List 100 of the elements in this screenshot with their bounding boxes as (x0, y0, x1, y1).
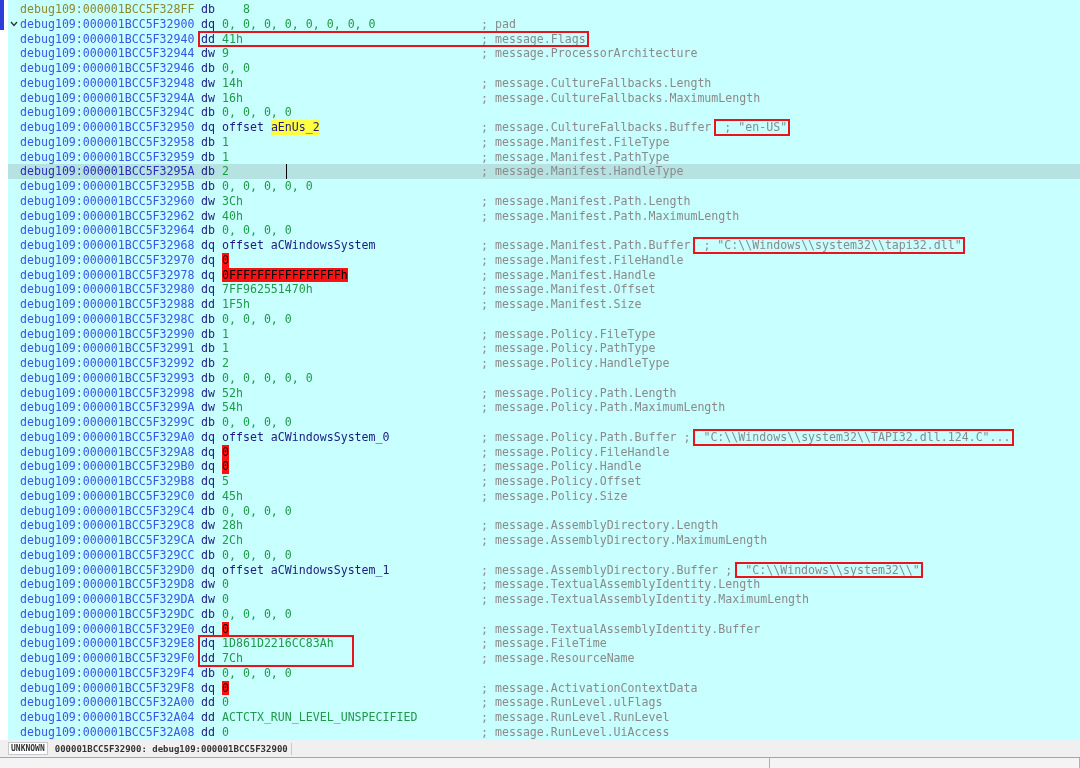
address-text[interactable]: debug109:000001BCC5F32A04 (20, 710, 201, 725)
address-text[interactable]: debug109:000001BCC5F32990 (20, 326, 201, 342)
address-text[interactable]: debug109:000001BCC5F32970 (20, 252, 201, 268)
address-text[interactable]: debug109:000001BCC5F32962 (20, 208, 201, 224)
operand-text: 0, 0, 0, 0 (222, 223, 292, 238)
comment-text: ; message.Policy.PathType (481, 341, 656, 356)
address-text[interactable]: debug109:000001BCC5F329CC (20, 547, 201, 563)
operand-text: 1D861D2216CC83Ah (222, 636, 334, 651)
address-text[interactable]: debug109:000001BCC5F32993 (20, 370, 201, 386)
mnemonic-text: db (201, 503, 216, 519)
address-text[interactable]: debug109:000001BCC5F329C0 (20, 488, 201, 504)
address-text[interactable]: debug109:000001BCC5F3299A (20, 400, 201, 415)
address-text[interactable]: debug109:000001BCC5F32968 (20, 238, 201, 253)
address-text[interactable]: debug109:000001BCC5F329DC (20, 606, 201, 622)
mnemonic-text: dw (201, 90, 216, 106)
mnemonic-text: dw (201, 385, 216, 401)
operand-text: 45h (222, 488, 243, 504)
operand-text: 0, 0, 0, 0 (222, 503, 292, 519)
address-text[interactable]: debug109:000001BCC5F32991 (20, 341, 201, 356)
search-match-text: aEnUs_2 (270, 120, 320, 135)
address-text[interactable]: debug109:000001BCC5F329C8 (20, 518, 201, 533)
address-text[interactable]: debug109:000001BCC5F32992 (20, 356, 201, 371)
comment-text: ; message.Manifest.Handle (481, 267, 656, 283)
address-text[interactable]: debug109:000001BCC5F32988 (20, 297, 201, 312)
address-text[interactable]: debug109:000001BCC5F329D8 (20, 577, 201, 592)
comment-text: ; message.Policy.Path.MaximumLength (481, 400, 726, 415)
error-operand-text: 0 (222, 680, 229, 696)
comment-text: ; message.RunLevel.UiAccess (481, 724, 670, 740)
address-text[interactable]: debug109:000001BCC5F32948 (20, 75, 201, 91)
address-text[interactable]: debug109:000001BCC5F32958 (20, 134, 201, 150)
address-text[interactable]: debug109:000001BCC5F32900 (20, 16, 201, 32)
string-literal: ; "en-US" (724, 120, 788, 135)
address-text[interactable]: debug109:000001BCC5F329B8 (20, 474, 201, 489)
address-text[interactable]: debug109:000001BCC5F3294C (20, 105, 201, 120)
operand-text: 3Ch (222, 193, 243, 209)
operand-text: 2Ch (222, 533, 243, 548)
address-text[interactable]: debug109:000001BCC5F328FF (20, 2, 201, 17)
operand-text: 0, 0, 0, 0 (222, 415, 292, 430)
address-text[interactable]: debug109:000001BCC5F329F0 (20, 651, 201, 666)
address-text[interactable]: debug109:000001BCC5F329F8 (20, 680, 201, 696)
address-text[interactable]: debug109:000001BCC5F3295A (20, 164, 201, 179)
operand-text: 2 (222, 164, 229, 179)
mnemonic-text: dd (201, 488, 216, 504)
address-text[interactable]: debug109:000001BCC5F329C4 (20, 503, 201, 519)
string-literal: "C:\\Windows\\system32\\TAPI32.dll.124.C"... (703, 429, 1011, 445)
address-text[interactable]: debug109:000001BCC5F329F4 (20, 665, 201, 681)
collapse-icon[interactable] (10, 21, 18, 28)
address-text[interactable]: debug109:000001BCC5F32950 (20, 120, 201, 135)
comment-text: ; message.Flags (481, 31, 586, 47)
address-text[interactable]: debug109:000001BCC5F329A8 (20, 444, 201, 460)
operand-text: 54h (222, 400, 243, 415)
address-text[interactable]: debug109:000001BCC5F329DA (20, 592, 201, 607)
address-text[interactable]: debug109:000001BCC5F329E8 (20, 636, 201, 651)
comment-text: ; message.FileTime (481, 636, 607, 651)
comment-text: ; message.Policy.FileHandle (481, 444, 670, 460)
mnemonic-text: dq (201, 238, 216, 253)
operand-text: 0, 0, 0, 0 (222, 311, 292, 327)
operand-text: 1 (222, 341, 229, 356)
address-text[interactable]: debug109:000001BCC5F32959 (20, 149, 201, 165)
mnemonic-text: dw (201, 193, 216, 209)
mnemonic-text: dq (201, 282, 216, 297)
address-text[interactable]: debug109:000001BCC5F3294A (20, 90, 201, 106)
operand-text: 0 (222, 724, 229, 740)
address-text[interactable]: debug109:000001BCC5F3295B (20, 179, 201, 194)
comment-text: ; message.Policy.HandleType (481, 356, 670, 371)
comment-text: ; message.Policy.Path.Buffer ; (481, 429, 691, 445)
address-text[interactable]: debug109:000001BCC5F32946 (20, 61, 201, 76)
address-text[interactable]: debug109:000001BCC5F32A08 (20, 724, 201, 740)
mnemonic-text: db (201, 665, 216, 681)
address-text[interactable]: debug109:000001BCC5F329B0 (20, 459, 201, 474)
operand-text: 41h (222, 31, 243, 47)
address-text[interactable]: debug109:000001BCC5F32978 (20, 267, 201, 283)
operand-text: 0, 0, 0, 0, 0 (222, 370, 313, 386)
mnemonic-text: dq (201, 680, 216, 696)
mnemonic-text: dq (201, 267, 216, 283)
comment-text: ; message.CultureFallbacks.Buffer (481, 120, 712, 135)
comment-text: ; message.Manifest.FileHandle (481, 252, 684, 268)
mnemonic-text: dq (201, 444, 216, 460)
operand-text: 52h (222, 385, 243, 401)
mnemonic-text: db (201, 223, 216, 238)
address-text[interactable]: debug109:000001BCC5F329CA (20, 533, 201, 548)
comment-text: ; message.Policy.FileType (481, 326, 656, 342)
address-text[interactable]: debug109:000001BCC5F32944 (20, 46, 201, 61)
address-text[interactable]: debug109:000001BCC5F32980 (20, 282, 201, 297)
address-text[interactable]: debug109:000001BCC5F3298C (20, 311, 201, 327)
address-text[interactable]: debug109:000001BCC5F32964 (20, 223, 201, 238)
comment-text: ; message.Policy.Handle (481, 459, 642, 474)
address-text[interactable]: debug109:000001BCC5F329A0 (20, 429, 201, 445)
address-text[interactable]: debug109:000001BCC5F32A00 (20, 695, 201, 710)
string-literal: ; "C:\\Windows\\system32\\tapi32.dll" (703, 238, 962, 253)
error-operand-text: 0 (222, 444, 229, 460)
address-text[interactable]: debug109:000001BCC5F32998 (20, 385, 201, 401)
mnemonic-text: dd (201, 724, 216, 740)
address-text[interactable]: debug109:000001BCC5F32940 (20, 31, 201, 47)
address-text[interactable]: debug109:000001BCC5F3299C (20, 415, 201, 430)
address-text[interactable]: debug109:000001BCC5F32960 (20, 193, 201, 209)
error-operand-text: 0FFFFFFFFFFFFFFFFh (222, 267, 348, 283)
operand-text: 1F5h (222, 297, 250, 312)
address-text[interactable]: debug109:000001BCC5F329D0 (20, 562, 201, 578)
address-text[interactable]: debug109:000001BCC5F329E0 (20, 621, 201, 637)
